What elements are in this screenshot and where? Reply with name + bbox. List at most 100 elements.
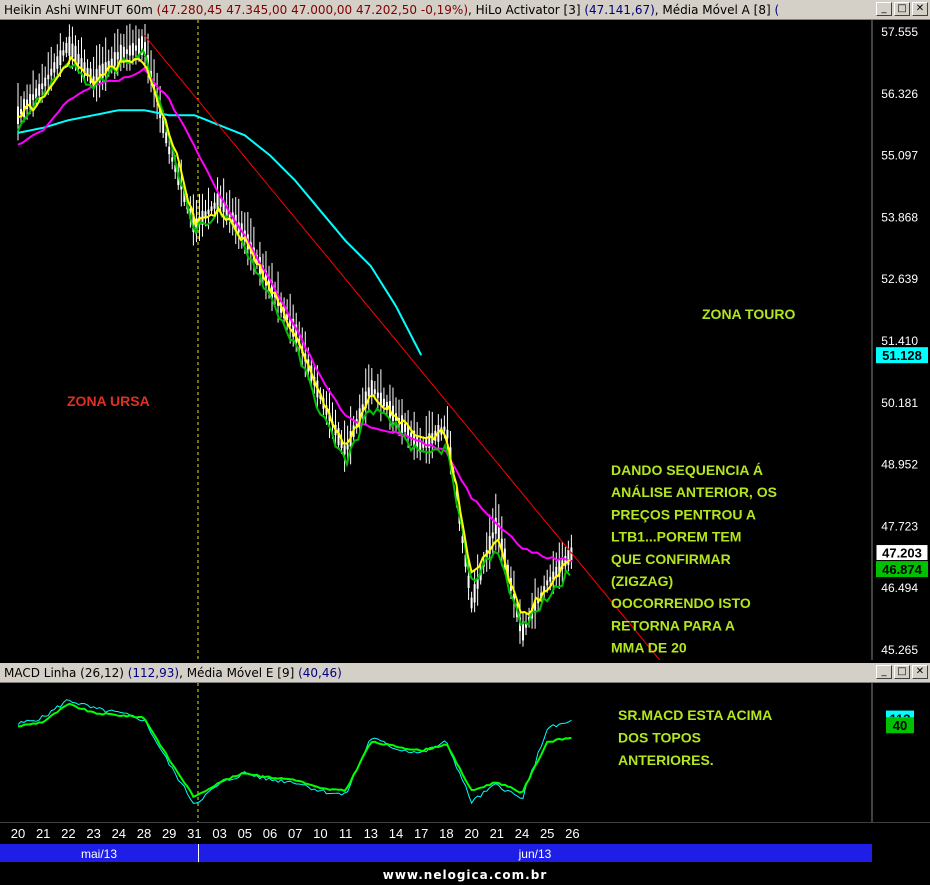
x-tick-label: 06 xyxy=(263,826,277,841)
x-tick-label: 31 xyxy=(187,826,201,841)
analysis-line: PREÇOS PENTROU A xyxy=(611,506,756,522)
x-tick-label: 24 xyxy=(515,826,529,841)
y-tick-label: 47.723 xyxy=(881,519,918,533)
x-tick-label: 20 xyxy=(11,826,25,841)
candle-body xyxy=(376,392,379,398)
candle-body xyxy=(382,398,385,407)
maximize-icon[interactable]: □ xyxy=(894,665,910,679)
x-tick-label: 05 xyxy=(238,826,252,841)
candle-body xyxy=(77,53,80,64)
analysis-line: DANDO SEQUENCIA Á xyxy=(611,462,763,478)
candle-body xyxy=(373,389,376,394)
candle-body xyxy=(47,74,50,80)
minimize-icon[interactable]: _ xyxy=(876,665,892,679)
close-icon[interactable]: ✕ xyxy=(912,2,928,16)
candle-body xyxy=(71,43,74,58)
candle-body xyxy=(50,68,53,76)
x-tick-label: 22 xyxy=(61,826,75,841)
macd-panel-title: MACD Linha (26,12) (112,93), Média Móvel… xyxy=(4,666,342,680)
candle-body xyxy=(401,415,404,434)
zona-touro-label: ZONA TOURO xyxy=(702,306,795,322)
candle-body xyxy=(404,423,407,432)
x-tick-label: 21 xyxy=(36,826,50,841)
candle-body xyxy=(473,584,476,603)
candle-body xyxy=(65,43,68,54)
candle-body xyxy=(446,429,449,439)
x-tick-label: 18 xyxy=(439,826,453,841)
candle-body xyxy=(128,45,131,56)
x-tick-label: 10 xyxy=(313,826,327,841)
candle-body xyxy=(68,36,71,56)
close-icon[interactable]: ✕ xyxy=(912,665,928,679)
candle-body xyxy=(110,58,113,66)
candle-body xyxy=(491,532,494,539)
y-tick-label: 48.952 xyxy=(881,458,918,472)
minimize-icon[interactable]: _ xyxy=(876,2,892,16)
y-tick-label: 51.410 xyxy=(881,334,918,348)
mma200-line xyxy=(17,109,423,356)
candle-body xyxy=(367,387,370,397)
candle-body xyxy=(168,146,171,155)
x-tick-label: 28 xyxy=(137,826,151,841)
trend-line-ltb xyxy=(143,34,661,660)
y-tick-label: 45.265 xyxy=(881,643,918,657)
analysis-line: RETORNA PARA A xyxy=(611,617,735,633)
candle-body xyxy=(467,575,470,588)
candle-body xyxy=(207,209,210,214)
macd-panel-titlebar: MACD Linha (26,12) (112,93), Média Móvel… xyxy=(0,663,930,683)
analysis-line: ANÁLISE ANTERIOR, OS xyxy=(611,484,777,500)
candle-body xyxy=(494,517,497,534)
candle-body xyxy=(343,445,346,455)
y-tick-label: 52.639 xyxy=(881,272,918,286)
price-badge-text: 46.874 xyxy=(882,562,923,577)
x-tick-label: 17 xyxy=(414,826,428,841)
candle-body xyxy=(425,438,428,448)
candle-body xyxy=(20,109,23,115)
macd-annotation-line: DOS TOPOS xyxy=(618,730,701,746)
candle-body xyxy=(26,99,29,110)
candle-body xyxy=(171,157,174,162)
candle-body xyxy=(17,106,19,124)
candle-body xyxy=(41,83,44,90)
macd-annotation-line: SR.MACD ESTA ACIMA xyxy=(618,707,772,723)
analysis-annotation: DANDO SEQUENCIA Á ANÁLISE ANTERIOR, OS PRE… xyxy=(611,462,777,656)
candle-body xyxy=(346,444,349,450)
x-tick-label: 03 xyxy=(212,826,226,841)
y-tick-label: 56.326 xyxy=(881,87,918,101)
y-tick-label: 53.868 xyxy=(881,210,918,224)
x-tick-label: 23 xyxy=(86,826,100,841)
candle-body xyxy=(131,43,134,56)
macd-chart[interactable]: 11340 SR.MACD ESTA ACIMADOS TOPOSANTERIO… xyxy=(0,683,930,822)
analysis-line: QUE CONFIRMAR xyxy=(611,551,731,567)
x-tick-label: 07 xyxy=(288,826,302,841)
candle-body xyxy=(32,94,35,101)
x-axis: 20 21 22 23 24 28 29 31 03 05 06 07 10 11 13 14 17 18 20 21… xyxy=(0,822,930,862)
macd-badge-text: 40 xyxy=(893,718,907,733)
candle-body xyxy=(213,202,216,209)
x-tick-label: 29 xyxy=(162,826,176,841)
x-tick-label: 24 xyxy=(112,826,126,841)
candle-body xyxy=(56,56,59,69)
candle-body xyxy=(59,50,62,66)
x-tick-label: 14 xyxy=(389,826,403,841)
price-panel-titlebar: Heikin Ashi WINFUT 60m (47.280,45 47.345… xyxy=(0,0,930,20)
y-tick-label: 57.555 xyxy=(881,25,918,39)
x-tick-label: 26 xyxy=(565,826,579,841)
candle-body xyxy=(53,62,56,73)
candle-body xyxy=(125,49,128,54)
candle-body xyxy=(165,132,168,144)
macd-signal-line xyxy=(17,702,572,798)
maximize-icon[interactable]: □ xyxy=(894,2,910,16)
analysis-line: OOCORRENDO ISTO xyxy=(611,595,751,611)
x-tick-label: 25 xyxy=(540,826,554,841)
zona-ursa-label: ZONA URSA xyxy=(67,393,150,409)
candle-body xyxy=(38,84,41,96)
y-tick-label: 55.097 xyxy=(881,149,918,163)
candle-body xyxy=(101,63,104,79)
x-tick-label: 13 xyxy=(364,826,378,841)
candle-body xyxy=(80,58,83,69)
candle-body xyxy=(546,580,549,586)
candle-body xyxy=(113,52,116,66)
price-chart[interactable]: 57.555 56.326 55.097 53.868 52.639 51.410 50.1… xyxy=(0,20,930,660)
x-tick-label: 20 xyxy=(464,826,478,841)
